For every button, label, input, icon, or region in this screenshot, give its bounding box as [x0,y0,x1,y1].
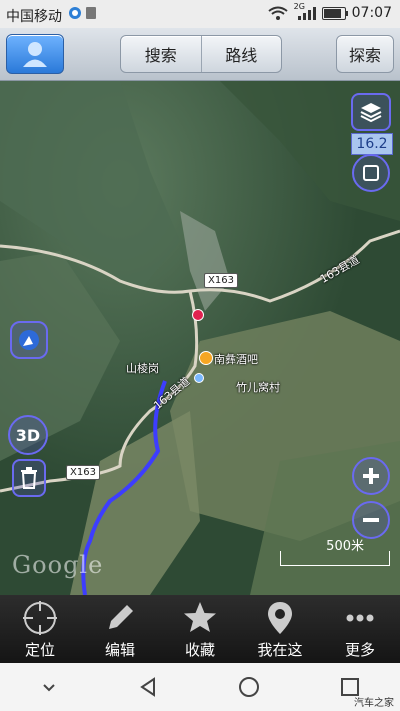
trash-icon [21,467,37,489]
edit-label: 编辑 [104,641,135,659]
explore-button[interactable]: 探索 [336,35,394,73]
zoom-out-button[interactable] [352,501,390,539]
more-dots-icon [346,614,374,622]
notification-icon [69,7,96,19]
map-view[interactable]: X163 163县道 南彝酒吧 山棱岗 竹儿窝村 163县道 X163 16.2… [0,81,400,595]
poi-label-restaurant[interactable]: 南彝酒吧 [214,351,258,367]
favorites-button[interactable]: 收藏 [160,595,240,663]
signal-wave-icon [19,330,39,350]
where-am-i-button[interactable]: 我在这 [240,595,320,663]
3d-button[interactable]: 3D [8,415,48,455]
more-button[interactable]: 更多 [320,595,400,663]
locate-button[interactable]: 定位 [0,595,80,663]
favorites-label: 收藏 [184,641,215,659]
source-watermark: 汽车之家 [354,698,394,709]
layers-button[interactable] [351,93,391,131]
fullscreen-button[interactable] [352,154,390,192]
village-label-zhuer: 竹儿窝村 [236,381,280,394]
search-route-segment: 搜索 路线 [120,35,282,73]
restaurant-poi-icon[interactable] [199,351,213,365]
wifi-icon [268,6,288,20]
carrier-name: 中国移动 [6,9,62,25]
compass-button[interactable] [10,321,48,359]
google-watermark: Google [12,551,104,579]
search-button[interactable]: 搜索 [121,36,201,72]
star-icon [184,602,216,632]
bottom-toolbar: 定位 编辑 收藏 我在这 更多 [0,595,400,663]
user-icon [23,42,47,67]
notification-icons [68,4,102,25]
scale-bar [280,551,390,566]
system-nav-bar: 汽车之家 [0,663,400,711]
status-bar: 中国移动 2G 07:07 [0,0,400,28]
minus-icon [363,518,379,522]
battery-icon [321,6,348,20]
satellite-terrain [0,81,400,595]
location-pin-icon [268,602,292,634]
location-marker-icon [194,373,204,383]
square-icon [363,165,379,181]
layers-icon [360,103,382,123]
road-label-x163-bottom: X163 [66,465,100,480]
where-am-i-label: 我在这 [257,641,303,659]
route-button[interactable]: 路线 [202,36,282,72]
crosshair-icon [23,601,57,635]
delete-button[interactable] [12,459,46,497]
3d-icon: 3D [15,425,41,445]
village-label-shanling: 山棱岗 [126,362,159,375]
status-right: 2G 07:07 [268,2,392,21]
home-icon[interactable] [237,675,261,699]
top-bar: 搜索 路线 探索 [0,28,400,81]
chevron-down-icon[interactable] [39,677,59,697]
user-avatar-button[interactable] [6,34,64,74]
zoom-in-button[interactable] [352,457,390,495]
pencil-icon [109,605,133,629]
clock: 07:07 [351,5,392,21]
edit-button[interactable]: 编辑 [80,595,160,663]
plus-icon [363,468,379,484]
zoom-level-badge: 16.2 [351,133,393,155]
road-label-x163-top: X163 [204,273,238,288]
more-label: 更多 [344,641,375,659]
back-icon[interactable] [136,675,160,699]
locate-label: 定位 [24,641,55,659]
map-pin-icon[interactable] [192,309,204,321]
signal-icon: 2G [294,2,316,20]
